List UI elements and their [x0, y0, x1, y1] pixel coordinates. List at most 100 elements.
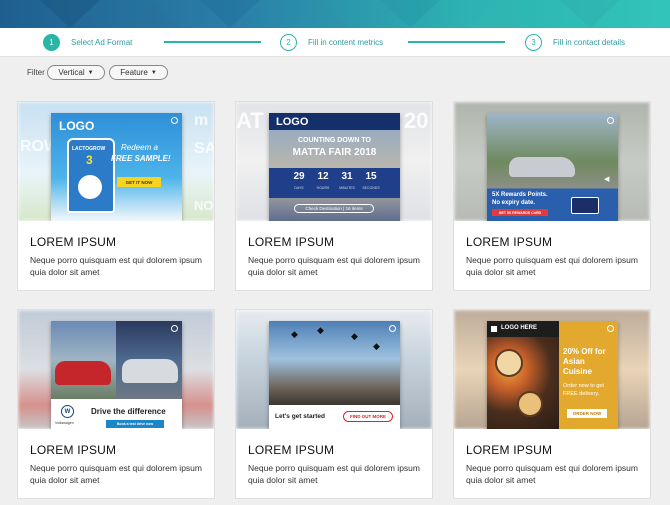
cap-icon: ◆ [317, 325, 324, 335]
card-title: LOREM IPSUM [466, 443, 553, 457]
bg-text: NOV [194, 198, 214, 213]
card-title: LOREM IPSUM [30, 443, 117, 457]
card-image [571, 197, 599, 214]
step-connector [408, 41, 505, 43]
card-title: LOREM IPSUM [30, 235, 117, 249]
bg-text: SAI [194, 140, 214, 157]
countdown-days: 29 [293, 171, 305, 182]
chevron-down-icon: ▼ [150, 69, 157, 76]
ad-cta-button: ORDER NOW [567, 409, 607, 418]
step-label: Select Ad Format [71, 37, 133, 47]
vw-logo-icon: W [61, 405, 74, 418]
ad-format-card[interactable]: AT 20 LOGO COUNTING DOWN TO MATTA FAIR 2… [235, 101, 433, 291]
card-thumbnail: W Volkswagen Drive the difference Book a… [18, 310, 214, 429]
ad-logo: LOGO [59, 119, 95, 133]
countdown-seconds: 15 [365, 171, 377, 182]
ad-headline: Drive the difference [91, 407, 166, 416]
vertical-filter-dropdown[interactable]: Vertical ▼ [47, 65, 105, 80]
product-can: LACTOGROW 3 [67, 138, 115, 213]
card-thumbnail: ROW m SAI NOV LOGO LACTOGROW 3 Redeem a … [18, 102, 214, 221]
ad-preview: ◆ ◆ ◆ ◆ Let's get started FIND OUT MORE [269, 321, 400, 429]
cap-icon: ◆ [291, 329, 298, 339]
card-description: Neque porro quisquam est qui dolorem ips… [466, 255, 638, 277]
info-icon [389, 325, 396, 332]
step-label: Fill in contact details [553, 37, 626, 47]
info-icon [607, 117, 614, 124]
info-icon [607, 325, 614, 332]
card-description: Neque porro quisquam est qui dolorem ips… [466, 463, 638, 485]
vertical-filter-label: Vertical [58, 68, 85, 77]
ad-body: Order now to get [563, 383, 604, 389]
ad-image-left [51, 321, 116, 399]
bg-text: AT [236, 108, 264, 133]
ad-subheadline: Cuisine [563, 367, 592, 376]
red-car-image [55, 361, 111, 385]
info-icon [171, 325, 178, 332]
card-description: Neque porro quisquam est qui dolorem ips… [30, 255, 202, 277]
countdown-unit: HOURS [316, 186, 330, 190]
countdown-minutes: 31 [341, 171, 353, 182]
card-title: LOREM IPSUM [466, 235, 553, 249]
ad-format-card[interactable]: ROW m SAI NOV LOGO LACTOGROW 3 Redeem a … [17, 101, 215, 291]
card-thumbnail: AT 20 LOGO COUNTING DOWN TO MATTA FAIR 2… [236, 102, 432, 221]
progress-stepper: 1 Select Ad Format 2 Fill in content met… [0, 28, 670, 57]
step-contact-details[interactable]: 3 Fill in contact details [525, 33, 625, 51]
ad-headline: 20% Off for [563, 347, 606, 356]
product-number: 3 [86, 153, 93, 167]
countdown-unit: DAYS [294, 186, 304, 190]
ad-preview: LOGO COUNTING DOWN TO MATTA FAIR 2018 29… [269, 113, 400, 221]
ad-format-card[interactable]: ◆ ◆ ◆ ◆ Let's get started FIND OUT MORE … [235, 309, 433, 499]
ad-cta-button: Check Destination | 16 items [294, 204, 374, 213]
chevron-down-icon: ▼ [87, 69, 94, 76]
step-content-metrics[interactable]: 2 Fill in content metrics [280, 33, 383, 51]
step-select-ad-format[interactable]: 1 Select Ad Format [43, 33, 132, 51]
ad-brand: Volkswagen [55, 421, 74, 425]
white-car-image [122, 359, 178, 383]
ad-format-card[interactable]: LOGO HERE 20% Off for Asian Cuisine Orde… [453, 309, 651, 499]
logo-square-icon [491, 326, 497, 332]
card-thumbnail: ◆ ◆ ◆ ◆ Let's get started FIND OUT MORE [236, 310, 432, 429]
ad-subheadline: MATTA FAIR 2018 [292, 147, 377, 158]
food-photo [487, 321, 559, 429]
car-image [509, 157, 575, 177]
countdown-unit: SECONDS [362, 186, 380, 190]
step-number: 1 [43, 33, 60, 51]
ad-headline: Let's get started [275, 413, 325, 420]
ad-headline: 5X Rewards Points. [492, 192, 548, 198]
header-banner [0, 0, 670, 28]
ad-preview: ◀ 5X Rewards Points. No expiry date. GET… [487, 113, 618, 221]
step-label: Fill in content metrics [308, 37, 384, 47]
card-description: Neque porro quisquam est qui dolorem ips… [248, 463, 420, 485]
card-description: Neque porro quisquam est qui dolorem ips… [30, 463, 202, 485]
filter-label: Filter [27, 68, 45, 77]
ad-cta-button: GET IT NOW [117, 177, 161, 187]
feature-filter-dropdown[interactable]: Feature ▼ [109, 65, 168, 80]
product-name: LACTOGROW [72, 146, 106, 152]
ad-logo: LOGO [276, 116, 309, 128]
graduation-photo: ◆ ◆ ◆ ◆ [269, 321, 400, 405]
card-thumbnail: LOGO HERE 20% Off for Asian Cuisine Orde… [454, 310, 650, 429]
ad-subheadline: FREE SAMPLE! [111, 154, 171, 163]
bg-text: m [194, 112, 209, 129]
card-description: Neque porro quisquam est qui dolorem ips… [248, 255, 420, 277]
mute-icon: ◀ [604, 176, 610, 183]
ad-logo: LOGO HERE [501, 325, 538, 331]
step-number: 3 [525, 33, 542, 51]
info-icon [171, 117, 178, 124]
card-title: LOREM IPSUM [248, 443, 335, 457]
bowl-image [495, 349, 523, 377]
countdown-unit: MINUTES [339, 186, 355, 190]
ad-format-card[interactable]: ◀ 5X Rewards Points. No expiry date. GET… [453, 101, 651, 291]
cap-icon: ◆ [373, 341, 380, 351]
card-thumbnail: ◀ 5X Rewards Points. No expiry date. GET… [454, 102, 650, 221]
countdown-hours: 12 [317, 171, 329, 182]
feature-filter-label: Feature [120, 68, 148, 77]
ad-preview: LOGO LACTOGROW 3 Redeem a FREE SAMPLE! G… [51, 113, 182, 221]
ad-subheadline: Asian [563, 357, 585, 366]
ad-headline: COUNTING DOWN TO [298, 137, 371, 144]
ad-format-card[interactable]: W Volkswagen Drive the difference Book a… [17, 309, 215, 499]
ad-body: FREE delivery. [563, 391, 600, 397]
ad-cta-button: Book a test drive now [106, 420, 164, 428]
mascot-icon [78, 175, 102, 199]
bowl-image [517, 391, 543, 417]
